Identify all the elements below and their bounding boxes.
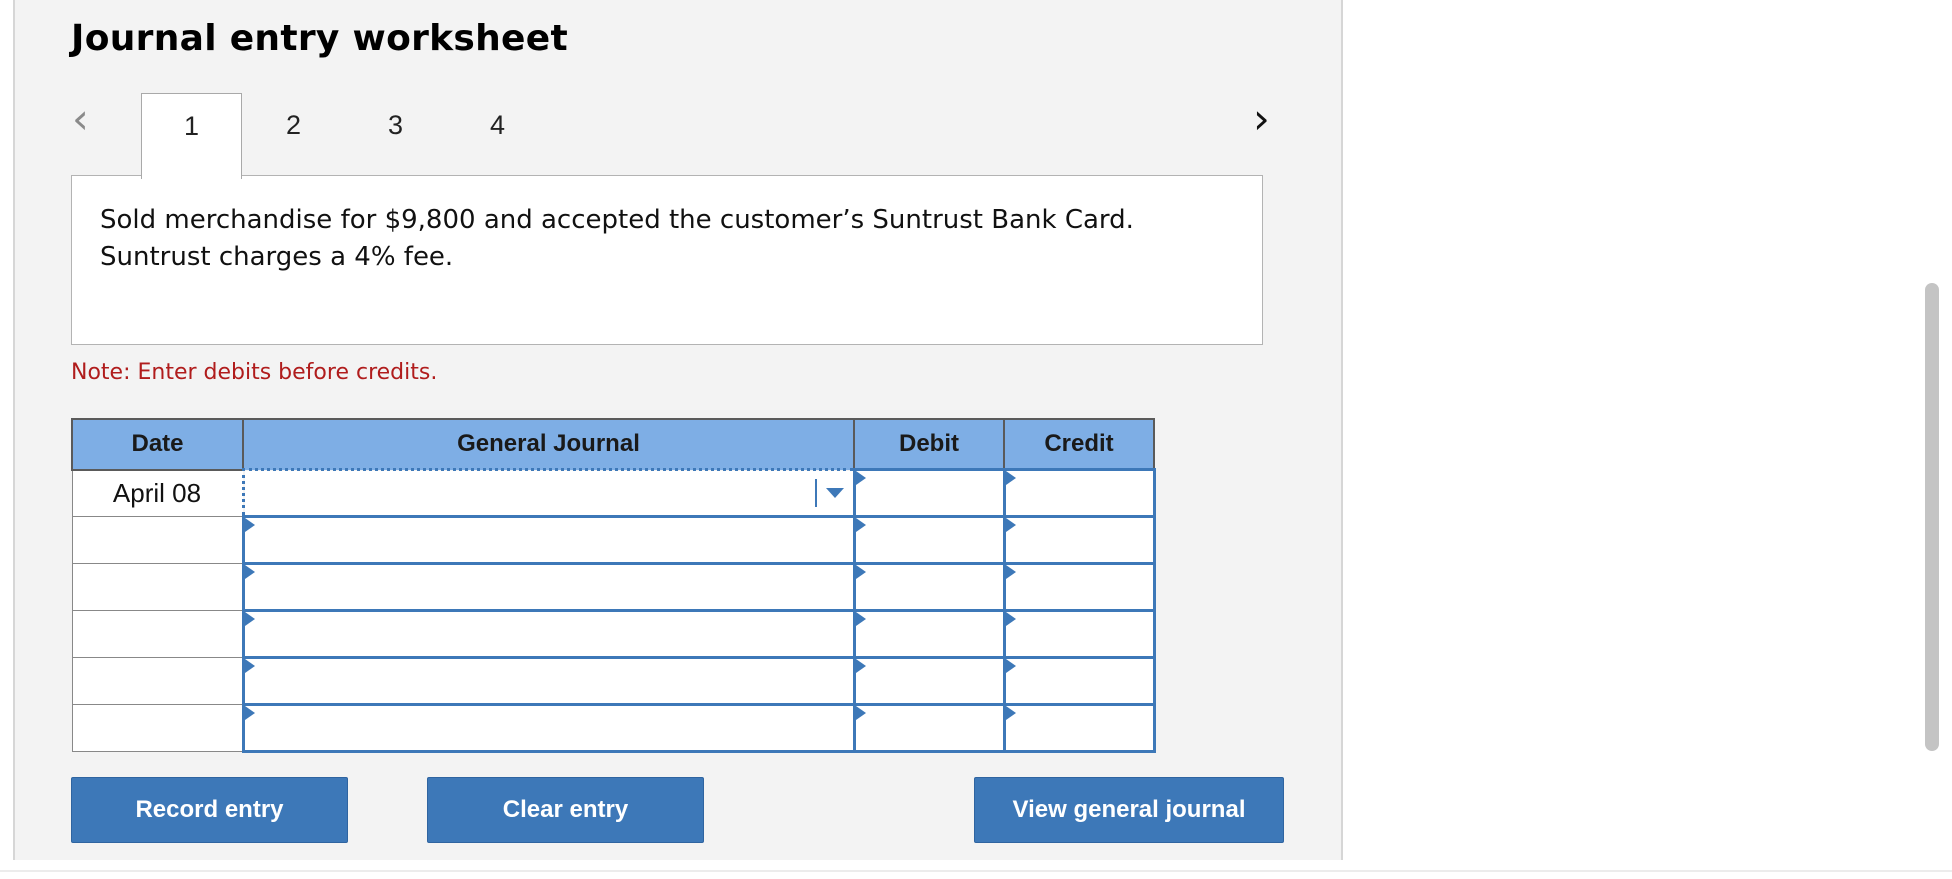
tab-2[interactable]: 2 — [243, 93, 344, 177]
cell-marker-icon — [855, 706, 866, 720]
cell-marker-icon — [1005, 518, 1016, 532]
date-cell: April 08 — [71, 469, 244, 517]
credit-input[interactable] — [1002, 609, 1156, 659]
debit-input[interactable] — [852, 703, 1006, 753]
account-select[interactable] — [241, 468, 856, 518]
next-arrow-icon[interactable]: › — [1253, 98, 1270, 140]
cell-marker-icon — [855, 518, 866, 532]
cell-marker-icon — [855, 471, 866, 485]
credit-input[interactable] — [1002, 562, 1156, 612]
cell-marker-icon — [1005, 706, 1016, 720]
account-input[interactable] — [241, 703, 856, 753]
debit-column-header: Debit — [853, 418, 1005, 471]
tab-4[interactable]: 4 — [447, 93, 548, 177]
cell-marker-icon — [1005, 612, 1016, 626]
cell-marker-icon — [855, 612, 866, 626]
note-text: Note: Enter debits before credits. — [71, 360, 438, 385]
date-cell — [71, 563, 244, 611]
cell-marker-icon — [244, 706, 255, 720]
credit-input[interactable] — [1002, 656, 1156, 706]
account-input[interactable] — [241, 562, 856, 612]
page-title: Journal entry worksheet — [71, 18, 568, 59]
date-cell — [71, 516, 244, 564]
cell-marker-icon — [855, 659, 866, 673]
journal-table: Date General Journal Debit Credit April … — [71, 418, 1156, 753]
record-entry-button[interactable]: Record entry — [71, 777, 348, 843]
account-input[interactable] — [241, 609, 856, 659]
debit-input[interactable] — [852, 562, 1006, 612]
debit-input[interactable] — [852, 609, 1006, 659]
date-cell — [71, 610, 244, 658]
table-row — [71, 515, 1156, 565]
vertical-scrollbar[interactable] — [1925, 283, 1939, 751]
cell-marker-icon — [244, 659, 255, 673]
prev-arrow-icon[interactable]: ‹ — [72, 98, 89, 140]
cell-marker-icon — [1005, 471, 1016, 485]
account-input[interactable] — [241, 656, 856, 706]
bottom-divider — [0, 870, 1952, 872]
table-row — [71, 656, 1156, 706]
scenario-text: Sold merchandise for $9,800 and accepted… — [100, 205, 1134, 272]
tab-3[interactable]: 3 — [345, 93, 446, 177]
tab-1[interactable]: 1 — [141, 93, 242, 179]
date-cell — [71, 657, 244, 705]
account-input[interactable] — [241, 515, 856, 565]
credit-input[interactable] — [1002, 703, 1156, 753]
dropdown-arrow-icon[interactable] — [814, 479, 847, 507]
clear-entry-button[interactable]: Clear entry — [427, 777, 704, 843]
table-row: April 08 — [71, 468, 1156, 518]
table-row — [71, 703, 1156, 753]
debit-input[interactable] — [852, 656, 1006, 706]
credit-input[interactable] — [1002, 515, 1156, 565]
debit-input[interactable] — [852, 468, 1006, 518]
credit-column-header: Credit — [1003, 418, 1155, 471]
date-column-header: Date — [71, 418, 244, 471]
cell-marker-icon — [244, 612, 255, 626]
table-row — [71, 562, 1156, 612]
scenario-box: Sold merchandise for $9,800 and accepted… — [71, 175, 1263, 345]
date-cell — [71, 704, 244, 752]
cell-marker-icon — [855, 565, 866, 579]
cell-marker-icon — [1005, 565, 1016, 579]
cell-marker-icon — [244, 518, 255, 532]
credit-input[interactable] — [1002, 468, 1156, 518]
cell-marker-icon — [1005, 659, 1016, 673]
general-journal-column-header: General Journal — [242, 418, 855, 471]
table-row — [71, 609, 1156, 659]
view-general-journal-button[interactable]: View general journal — [974, 777, 1284, 843]
table-header-row: Date General Journal Debit Credit — [71, 418, 1155, 471]
debit-input[interactable] — [852, 515, 1006, 565]
cell-marker-icon — [244, 565, 255, 579]
